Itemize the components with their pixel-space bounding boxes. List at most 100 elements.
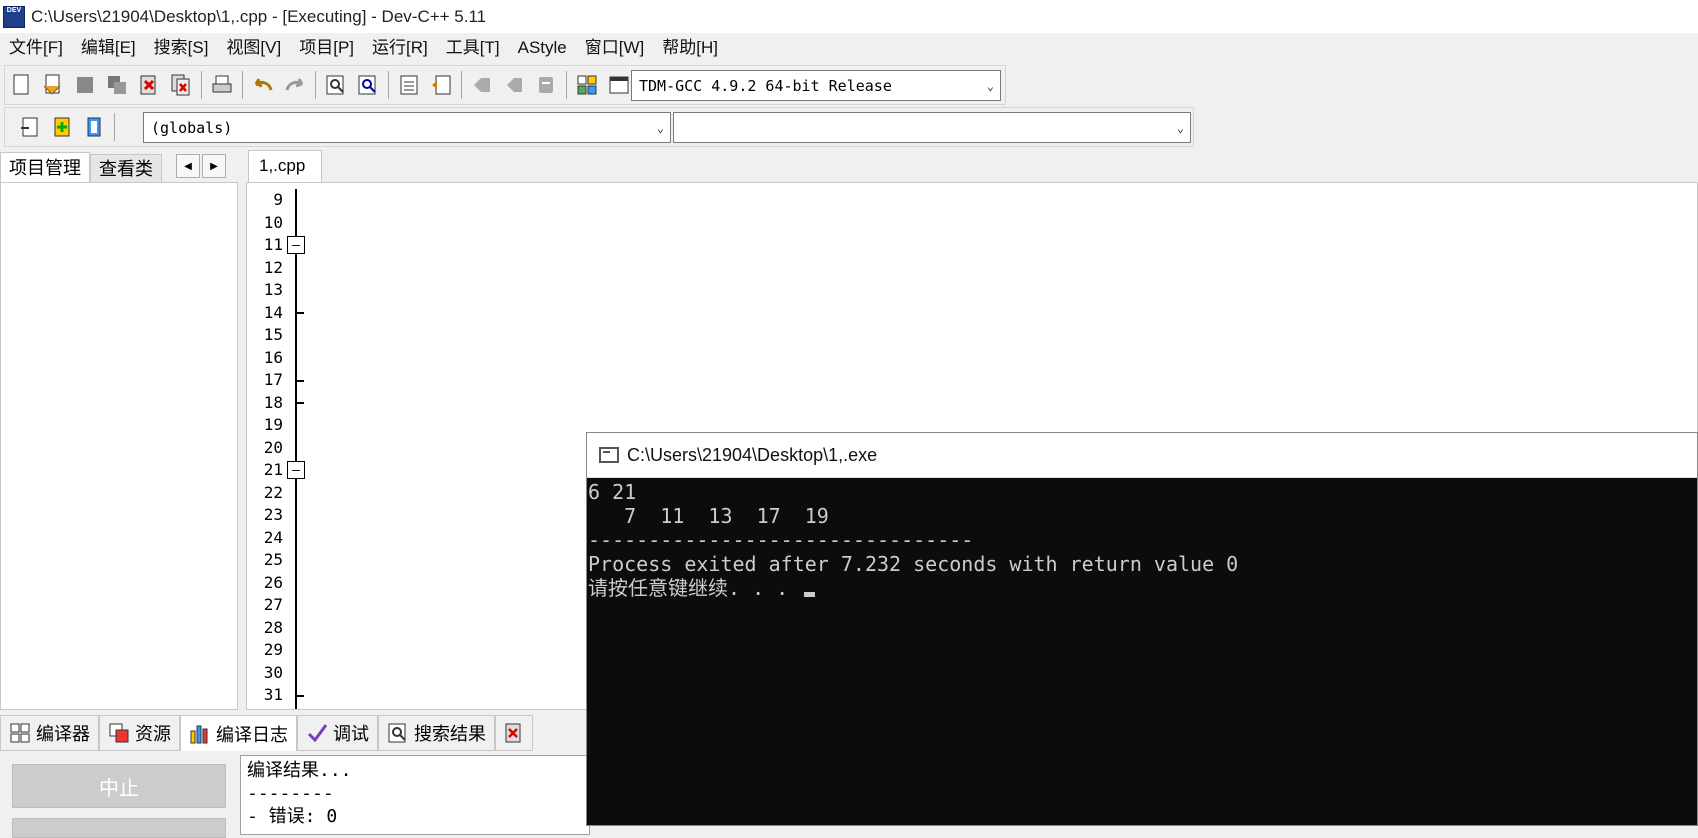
tab-debug[interactable]: 调试 bbox=[297, 715, 378, 751]
scope-select-value: (globals) bbox=[151, 118, 233, 137]
toolbar-separator bbox=[388, 71, 389, 99]
window-icon[interactable] bbox=[604, 70, 634, 100]
fold-end-marker bbox=[296, 402, 304, 404]
menu-file[interactable]: 文件[F] bbox=[0, 33, 72, 63]
menu-window[interactable]: 窗口[W] bbox=[576, 33, 654, 63]
compiler-select-value: TDM-GCC 4.9.2 64-bit Release bbox=[639, 76, 892, 95]
search-results-icon bbox=[388, 723, 406, 743]
console-line: -------------------------------- bbox=[588, 528, 974, 552]
find-icon[interactable] bbox=[321, 70, 351, 100]
line-number: 18 bbox=[263, 392, 283, 412]
tab-class-browser[interactable]: 查看类 bbox=[90, 154, 162, 182]
open-file-icon[interactable] bbox=[38, 70, 68, 100]
new-file-icon[interactable] bbox=[6, 70, 36, 100]
compile-log-line: -------- bbox=[247, 783, 334, 804]
toolbar-separator bbox=[114, 113, 115, 141]
menu-help[interactable]: 帮助[H] bbox=[653, 33, 727, 63]
line-number: 27 bbox=[263, 595, 283, 614]
line-number: 20 bbox=[263, 437, 283, 457]
console-output[interactable]: 6 21 7 11 13 17 19 ----------------------… bbox=[587, 479, 1697, 825]
chevron-down-icon: ⌄ bbox=[656, 120, 664, 135]
print-icon[interactable] bbox=[207, 70, 237, 100]
tab-scroll-buttons: ◀ ▶ bbox=[176, 154, 226, 182]
console-line: Process exited after 7.232 seconds with … bbox=[588, 552, 1239, 576]
symbol-select[interactable]: ⌄ bbox=[673, 112, 1191, 143]
console-window[interactable]: C:\Users\21904\Desktop\1,.exe 6 21 7 11 … bbox=[586, 432, 1698, 826]
left-panel-tabs: 项目管理 查看类 ◀ ▶ bbox=[0, 150, 238, 182]
menu-bar: 文件[F] 编辑[E] 搜索[S] 视图[V] 项目[P] 运行[R] 工具[T… bbox=[0, 33, 1698, 63]
save-icon[interactable] bbox=[70, 70, 100, 100]
bookmark-prev-icon[interactable] bbox=[467, 70, 497, 100]
scope-select[interactable]: (globals) ⌄ bbox=[143, 112, 671, 143]
menu-project[interactable]: 项目[P] bbox=[290, 33, 363, 63]
close-all-icon[interactable] bbox=[166, 70, 196, 100]
compiler-select[interactable]: TDM-GCC 4.9.2 64-bit Release ⌄ bbox=[631, 70, 1001, 101]
secondary-button[interactable] bbox=[12, 818, 226, 838]
console-title-bar[interactable]: C:\Users\21904\Desktop\1,.exe bbox=[587, 433, 1697, 478]
compile-log-panel[interactable]: 编译结果... -------- - 错误: 0 bbox=[240, 755, 590, 835]
fold-collapse-icon[interactable]: – bbox=[287, 236, 305, 254]
chevron-down-icon: ⌄ bbox=[986, 78, 994, 93]
line-number: 28 bbox=[263, 617, 283, 637]
menu-run[interactable]: 运行[R] bbox=[363, 33, 437, 63]
tab-scroll-right-icon[interactable]: ▶ bbox=[202, 154, 226, 178]
tab-close-icon[interactable] bbox=[495, 715, 533, 751]
menu-edit[interactable]: 编辑[E] bbox=[72, 33, 145, 63]
compile-log-icon bbox=[190, 725, 208, 743]
title-bar: DEV C:\Users\21904\Desktop\1,.cpp - [Exe… bbox=[0, 0, 1698, 33]
debug-check-icon bbox=[307, 724, 328, 743]
add-to-project-icon[interactable] bbox=[47, 112, 77, 142]
menu-search[interactable]: 搜索[S] bbox=[145, 33, 218, 63]
secondary-toolbar: (globals) ⌄ ⌄ bbox=[4, 107, 1194, 147]
tab-scroll-left-icon[interactable]: ◀ bbox=[176, 154, 200, 178]
replace-icon[interactable] bbox=[353, 70, 383, 100]
toolbar-separator bbox=[315, 71, 316, 99]
line-number: 14 bbox=[263, 302, 283, 322]
tab-compile-log-label: 编译日志 bbox=[216, 724, 288, 745]
menu-view[interactable]: 视图[V] bbox=[217, 33, 290, 63]
line-number: 16 bbox=[263, 347, 283, 367]
redo-icon[interactable] bbox=[280, 70, 310, 100]
menu-astyle[interactable]: AStyle bbox=[509, 33, 576, 63]
console-prompt-line: 请按任意键继续. . . bbox=[588, 576, 1697, 600]
fold-collapse-icon[interactable]: – bbox=[287, 461, 305, 479]
tab-search-results[interactable]: 搜索结果 bbox=[378, 715, 495, 751]
line-number: 26 bbox=[263, 572, 283, 592]
indent-icon[interactable] bbox=[394, 70, 424, 100]
line-number: 31 bbox=[263, 685, 283, 704]
line-number: 19 bbox=[263, 415, 283, 434]
console-line: 7 11 13 17 19 bbox=[588, 504, 829, 528]
bookmark-next-icon[interactable] bbox=[499, 70, 529, 100]
tab-resources-label: 资源 bbox=[135, 724, 171, 744]
tab-project-management[interactable]: 项目管理 bbox=[0, 152, 90, 182]
close-file-icon[interactable] bbox=[134, 70, 164, 100]
save-all-icon[interactable] bbox=[102, 70, 132, 100]
fold-end-marker bbox=[296, 695, 304, 697]
bottom-panel-tabs: 编译器 资源 编译日志 调试 搜索结果 bbox=[0, 715, 584, 751]
line-number: 9 bbox=[273, 190, 283, 209]
tab-compile-log[interactable]: 编译日志 bbox=[180, 715, 297, 751]
line-number-gutter: 9 10 11 12 13 14 15 16 17 18 19 20 21 22… bbox=[247, 189, 297, 707]
tab-compiler[interactable]: 编译器 bbox=[0, 715, 99, 751]
toolbar-separator bbox=[566, 71, 567, 99]
console-cursor bbox=[804, 592, 816, 597]
unindent-icon[interactable] bbox=[426, 70, 456, 100]
undo-icon[interactable] bbox=[248, 70, 278, 100]
toolbar-separator bbox=[201, 71, 202, 99]
console-line: 请按任意键继续. . . bbox=[588, 576, 801, 600]
console-app-icon bbox=[599, 447, 619, 463]
compile-log-line: 编译结果... bbox=[247, 760, 352, 781]
stop-button[interactable]: 中止 bbox=[12, 764, 226, 808]
project-options-icon[interactable] bbox=[79, 112, 109, 142]
insert-icon[interactable] bbox=[15, 112, 45, 142]
tab-resources[interactable]: 资源 bbox=[99, 715, 180, 751]
chevron-down-icon: ⌄ bbox=[1176, 120, 1184, 135]
tab-search-results-label: 搜索结果 bbox=[414, 724, 486, 744]
line-number: 12 bbox=[263, 257, 283, 277]
tab-debug-label: 调试 bbox=[333, 724, 369, 744]
new-project-icon[interactable] bbox=[572, 70, 602, 100]
menu-tools[interactable]: 工具[T] bbox=[437, 33, 509, 63]
project-tree-panel[interactable] bbox=[0, 182, 238, 710]
editor-file-tab[interactable]: 1,.cpp bbox=[248, 150, 322, 182]
goto-line-icon[interactable] bbox=[531, 70, 561, 100]
